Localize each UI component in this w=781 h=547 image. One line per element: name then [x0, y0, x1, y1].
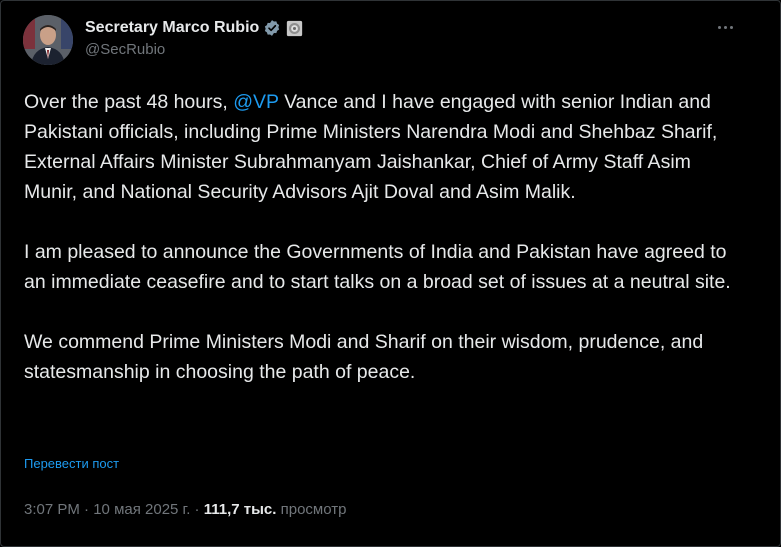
tweet-meta: 3:07 PM · 10 мая 2025 г. · 111,7 тыс. пр…	[24, 501, 346, 518]
tweet-paragraph-2: I am pleased to announce the Governments…	[24, 241, 731, 293]
display-name[interactable]: Secretary Marco Rubio	[85, 19, 259, 37]
handle[interactable]: @SecRubio	[85, 41, 303, 58]
tweet-paragraph-1: Over the past 48 hours, @VP Vance and I …	[24, 87, 744, 207]
meta-separator: ·	[79, 501, 94, 518]
verified-checkmark-icon[interactable]	[263, 19, 281, 37]
government-seal-icon[interactable]	[285, 19, 303, 37]
views-count: 111,7 тыс.	[203, 501, 277, 518]
author-info: Secretary Marco Rubio @SecRubio	[85, 17, 303, 58]
tweet-text: Over the past 48 hours, @VP Vance and I …	[24, 87, 744, 387]
p1-text-start: Over the past 48 hours,	[24, 91, 234, 113]
post-time[interactable]: 3:07 PM	[24, 501, 80, 518]
translate-post-link[interactable]: Перевести пост	[24, 456, 119, 471]
tweet-paragraph-3: We commend Prime Ministers Modi and Shar…	[24, 331, 704, 383]
avatar[interactable]	[23, 15, 73, 65]
tweet-card: Secretary Marco Rubio @SecRubio Over the…	[0, 0, 781, 547]
post-date[interactable]: 10 мая 2025 г.	[93, 501, 190, 518]
dot	[729, 25, 733, 29]
views-label: просмотр	[276, 501, 347, 518]
mention-link[interactable]: @VP	[233, 91, 278, 113]
more-options-icon[interactable]	[710, 15, 740, 39]
meta-separator: ·	[190, 501, 204, 518]
avatar-portrait	[23, 15, 73, 65]
dot	[723, 25, 727, 29]
name-row: Secretary Marco Rubio	[85, 17, 303, 39]
dot	[717, 25, 721, 29]
